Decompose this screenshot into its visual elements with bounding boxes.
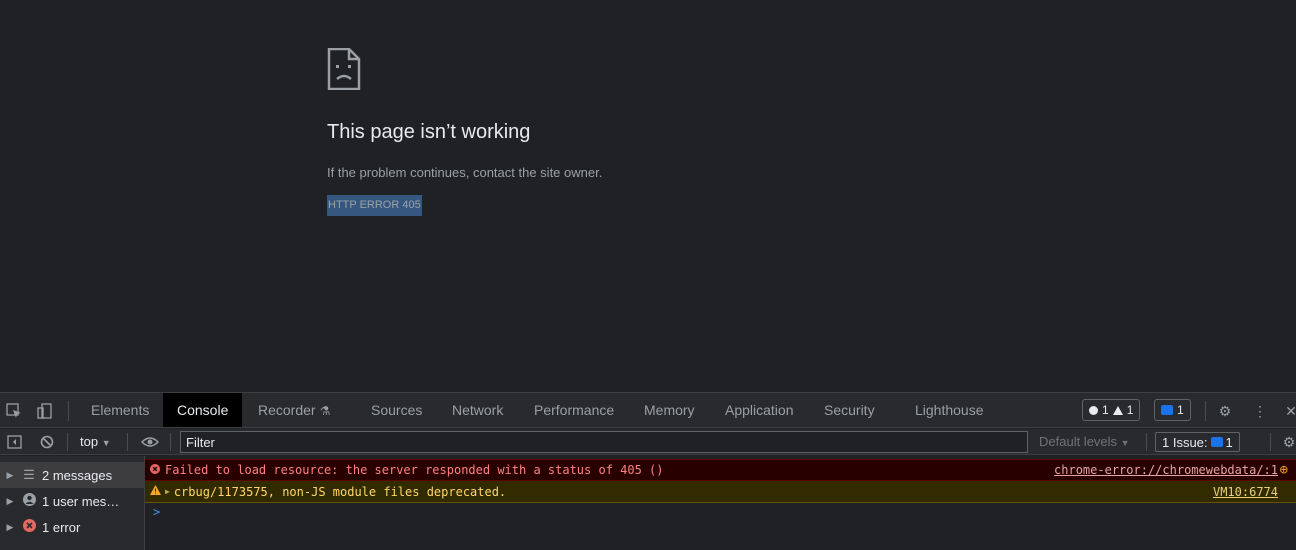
list-icon: ☰ xyxy=(23,467,35,482)
log-levels-dropdown[interactable]: Default levels ▼ xyxy=(1039,434,1130,449)
sidebar-item-label: 2 messages xyxy=(42,467,113,483)
sidebar-item-user-messages[interactable]: ▶ 1 user mes… xyxy=(0,488,145,514)
message-icon xyxy=(1161,405,1173,415)
sidebar-item-errors[interactable]: ▶ 1 error xyxy=(0,514,145,540)
tab-console[interactable]: Console xyxy=(163,393,243,427)
tab-lighthouse[interactable]: Lighthouse xyxy=(901,393,998,427)
error-page: This page isn’t working If the problem c… xyxy=(0,0,1296,392)
tab-application[interactable]: Application xyxy=(711,393,808,427)
sidebar-item-label: 1 user mes… xyxy=(42,493,120,509)
tab-performance[interactable]: Performance xyxy=(520,393,628,427)
message-text: crbug/1173575, non-JS module files depre… xyxy=(173,484,507,499)
tab-security[interactable]: Security xyxy=(810,393,889,427)
console-toolbar: top ▼ Filter Default levels ▼ 1 Issue: 1… xyxy=(0,429,1296,455)
eye-icon[interactable] xyxy=(141,433,159,451)
error-dot-icon xyxy=(1089,405,1098,415)
sidebar-item-messages[interactable]: ▶ ☰ 2 messages xyxy=(0,462,145,488)
dropdown-arrow-icon: ▼ xyxy=(1120,438,1130,448)
inspect-element-icon[interactable] xyxy=(5,402,23,420)
devtools-panel: Elements Console Recorder ⚗ Sources Netwo… xyxy=(0,392,1296,550)
error-code[interactable]: HTTP ERROR 405 xyxy=(327,195,422,216)
issues-button[interactable]: 1 Issue: 1 xyxy=(1155,432,1240,452)
issues-count: 1 xyxy=(1225,434,1233,450)
flask-icon: ⚗ xyxy=(319,404,331,418)
tab-elements[interactable]: Elements xyxy=(77,393,163,427)
expand-arrow-icon[interactable]: ▶ xyxy=(2,470,18,481)
warning-icon xyxy=(1112,405,1123,415)
expand-arrow-icon[interactable]: ▶ xyxy=(165,487,170,496)
warning-icon xyxy=(145,485,165,498)
user-icon xyxy=(18,493,40,509)
tabbar-separator xyxy=(1205,401,1206,421)
filter-input[interactable]: Filter xyxy=(180,431,1028,453)
tab-sources[interactable]: Sources xyxy=(357,393,436,427)
settings-gear-icon[interactable]: ⚙ xyxy=(1216,402,1234,420)
expand-arrow-icon[interactable]: ▶ xyxy=(2,496,18,507)
network-request-icon[interactable]: ⊕ xyxy=(1280,462,1288,478)
issues-counter[interactable]: 1 xyxy=(1154,399,1191,421)
error-count: 1 xyxy=(1102,403,1109,417)
console-sidebar: ▶ ☰ 2 messages ▶ 1 user mes… ▶ 1 error xyxy=(0,456,145,550)
sidebar-item-label: 1 error xyxy=(42,519,81,535)
console-messages: Failed to load resource: the server resp… xyxy=(145,456,1296,550)
toolbar-separator xyxy=(127,433,128,451)
page-title: This page isn’t working xyxy=(327,121,531,143)
issues-label: 1 Issue: xyxy=(1162,434,1208,450)
tabbar-separator xyxy=(68,401,69,421)
message-text: Failed to load resource: the server resp… xyxy=(165,463,664,477)
device-toolbar-icon[interactable] xyxy=(36,402,54,420)
console-warning-message[interactable]: ▶ crbug/1173575, non-JS module files dep… xyxy=(145,481,1296,503)
context-selector[interactable]: top ▼ xyxy=(80,434,111,449)
close-icon[interactable]: ✕ xyxy=(1282,402,1296,420)
console-settings-gear-icon[interactable]: ⚙ xyxy=(1280,433,1296,451)
message-icon xyxy=(1210,437,1223,447)
tab-memory[interactable]: Memory xyxy=(630,393,709,427)
error-icon xyxy=(145,463,165,477)
expand-arrow-icon[interactable]: ▶ xyxy=(2,522,18,533)
error-icon xyxy=(18,519,40,535)
toolbar-separator xyxy=(1146,433,1147,451)
toolbar-separator xyxy=(170,433,171,451)
dropdown-arrow-icon: ▼ xyxy=(101,438,111,448)
error-warning-counter[interactable]: 1 1 xyxy=(1082,399,1141,421)
sidebar-toggle-icon[interactable] xyxy=(5,433,23,451)
error-description: If the problem continues, contact the si… xyxy=(327,165,603,180)
clear-console-icon[interactable] xyxy=(38,433,56,451)
tab-recorder[interactable]: Recorder ⚗ xyxy=(244,393,344,427)
sad-document-icon xyxy=(327,48,361,90)
toolbar-separator xyxy=(1270,433,1271,451)
devtools-tabbar: Elements Console Recorder ⚗ Sources Netwo… xyxy=(0,393,1296,428)
message-source-link[interactable]: chrome-error://chromewebdata/:1 xyxy=(1054,463,1278,477)
console-prompt[interactable]: > xyxy=(153,505,160,519)
issues-count: 1 xyxy=(1177,403,1184,417)
message-source-link[interactable]: VM10:6774 xyxy=(1213,485,1278,499)
console-error-message[interactable]: Failed to load resource: the server resp… xyxy=(145,459,1296,481)
toolbar-separator xyxy=(67,433,68,451)
more-options-icon[interactable]: ⋮ xyxy=(1251,402,1269,420)
warning-count: 1 xyxy=(1126,403,1134,417)
tab-network[interactable]: Network xyxy=(438,393,517,427)
